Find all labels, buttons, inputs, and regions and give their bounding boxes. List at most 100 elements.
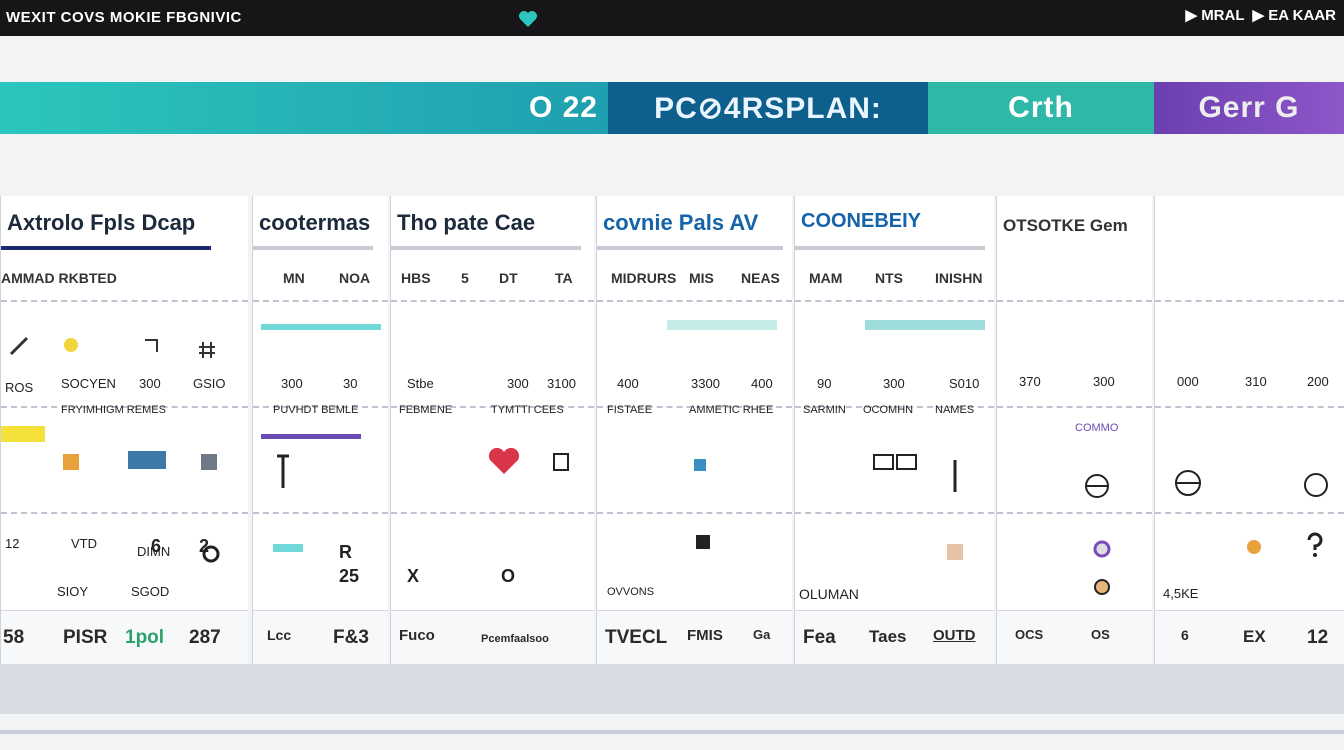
ribbon-tab-1[interactable]: O 22 bbox=[0, 82, 608, 134]
device-icon bbox=[201, 454, 217, 470]
cell: AMMETIC RHEE bbox=[689, 404, 774, 416]
panel-title: covnie Pals AV bbox=[603, 210, 759, 235]
panel-title: OTSOTKE Gem bbox=[1003, 216, 1128, 235]
play-button-a[interactable]: ▶ MRAL bbox=[1185, 6, 1244, 24]
square-icon bbox=[694, 459, 706, 471]
footer-value: 1pol bbox=[125, 627, 165, 648]
ribbon-tab-2[interactable]: PC⊘4RSPLAN: bbox=[608, 82, 928, 134]
footer-value: TVECL bbox=[605, 627, 668, 648]
cell: SOCYEN bbox=[61, 376, 116, 391]
column-header: NTS bbox=[875, 270, 903, 286]
cell: OCOMHN bbox=[863, 404, 914, 416]
cell: S010 bbox=[949, 376, 980, 391]
panel-footer: OCS OS bbox=[997, 610, 1152, 664]
box-icon bbox=[63, 454, 79, 470]
cell: ROS bbox=[5, 380, 34, 395]
cell: PUVHDT BEMLE bbox=[273, 404, 359, 416]
cell: OVVONS bbox=[607, 586, 655, 598]
cell: 300 bbox=[1093, 374, 1115, 389]
panel-underline bbox=[795, 246, 985, 250]
heart-shape-icon bbox=[488, 447, 520, 474]
bottom-divider bbox=[0, 730, 1344, 734]
panel-footer: Fea Taes OUTD bbox=[795, 610, 994, 664]
panel-underline bbox=[253, 246, 373, 250]
panel-5: COONEBEIY MAM NTS INISHN 90 300 S010 SAR… bbox=[794, 196, 994, 664]
footer-value: Pcemfaalsoo bbox=[481, 633, 549, 645]
cell: 300 bbox=[281, 376, 303, 391]
panel-title: Tho pate Cae bbox=[397, 210, 536, 235]
cell: 300 bbox=[507, 376, 529, 391]
column-header: 5 bbox=[461, 270, 469, 286]
cell: 4,5KE bbox=[1163, 586, 1199, 601]
cell: 6 bbox=[151, 536, 162, 556]
cell: NAMES bbox=[935, 404, 975, 416]
bell-icon bbox=[1175, 470, 1201, 496]
footer-value: 12 bbox=[1307, 627, 1329, 648]
monitor-icon bbox=[128, 451, 166, 469]
panel-7: 000 310 200 4,5KE 6 EX 12 bbox=[1154, 196, 1344, 664]
column-header: DT bbox=[499, 270, 518, 286]
footer-value: Fea bbox=[803, 627, 836, 648]
cell: TYMTTI CEES bbox=[491, 404, 564, 416]
play-button-b[interactable]: ▶ EA KAAR bbox=[1253, 6, 1336, 24]
panel-underline bbox=[1, 246, 211, 250]
stack-icon bbox=[947, 544, 963, 560]
column-header: AMMAD RKBTED bbox=[1, 270, 117, 286]
badge-icon bbox=[1093, 540, 1111, 558]
hash-icon bbox=[199, 342, 215, 358]
cell: FRYIMHIGM REMES bbox=[61, 404, 166, 416]
panel-title: Axtrolo Fpls Dcap bbox=[7, 210, 196, 235]
cell: 300 bbox=[139, 376, 161, 391]
cell: FEBMENE bbox=[399, 404, 453, 416]
cell: COMMO bbox=[1075, 422, 1119, 434]
cell: R bbox=[339, 542, 352, 562]
panel-underline bbox=[597, 246, 783, 250]
footer-value: Fuco bbox=[399, 627, 435, 644]
cell: SGOD bbox=[131, 584, 170, 599]
target-icon bbox=[1085, 474, 1109, 498]
footer-value: OCS bbox=[1015, 627, 1044, 642]
cell: Stbe bbox=[407, 376, 434, 391]
clipboard-icon bbox=[553, 453, 569, 471]
panel-footer: Fuco Pcemfaalsoo bbox=[391, 610, 594, 664]
bulb-icon bbox=[64, 338, 78, 352]
pin-icon bbox=[953, 460, 957, 492]
cell: 25 bbox=[339, 566, 360, 586]
cell: 000 bbox=[1177, 374, 1199, 389]
footer-value: 287 bbox=[189, 627, 221, 648]
bracket-icon bbox=[277, 454, 289, 488]
column-header: TA bbox=[555, 270, 573, 286]
panel-footer: 58 PISR 1pol 287 bbox=[1, 610, 248, 664]
app-title: WEXIT COVS MOKIE FBGNIVIC bbox=[6, 9, 242, 26]
question-icon[interactable] bbox=[1305, 532, 1325, 558]
cell: FISTAEE bbox=[607, 404, 653, 416]
panel-title: cootermas bbox=[259, 210, 371, 235]
cell: VTD bbox=[71, 536, 97, 551]
ribbon-tab-4[interactable]: Gerr G bbox=[1154, 82, 1344, 134]
column-header: MIS bbox=[689, 270, 714, 286]
cell: 90 bbox=[817, 376, 832, 391]
category-ribbon: O 22 PC⊘4RSPLAN: Crth Gerr G bbox=[0, 82, 1344, 134]
bottom-band bbox=[0, 664, 1344, 714]
panel-1: Axtrolo Fpls Dcap AMMAD RKBTED ROS SOCYE… bbox=[0, 196, 248, 664]
cell: 200 bbox=[1307, 374, 1329, 389]
cell: 370 bbox=[1019, 374, 1041, 389]
panel-2: cootermas MN NOA 300 30 PUVHDT BEMLE R 2… bbox=[252, 196, 388, 664]
column-header: MAM bbox=[809, 270, 843, 286]
hook-icon bbox=[145, 339, 158, 352]
circle-icon[interactable] bbox=[1303, 472, 1329, 498]
brush-icon bbox=[9, 336, 29, 356]
footer-value: F&3 bbox=[333, 627, 369, 648]
panel-footer: TVECL FMIS Ga bbox=[597, 610, 792, 664]
cell: 3100 bbox=[547, 376, 576, 391]
panel-4: covnie Pals AV MIDRURS MIS NEAS 400 3300… bbox=[596, 196, 792, 664]
column-header: INISHN bbox=[935, 270, 983, 286]
flag-icon bbox=[1, 426, 45, 442]
panel-3: Tho pate Cae HBS 5 DT TA Stbe 300 3100 F… bbox=[390, 196, 594, 664]
heart-icon[interactable] bbox=[518, 10, 538, 28]
cell: OLUMAN bbox=[799, 586, 859, 602]
cell: 30 bbox=[343, 376, 358, 391]
column-header: MIDRURS bbox=[611, 270, 677, 286]
ribbon-tab-3[interactable]: Crth bbox=[928, 82, 1154, 134]
footer-value: FMIS bbox=[687, 627, 723, 644]
